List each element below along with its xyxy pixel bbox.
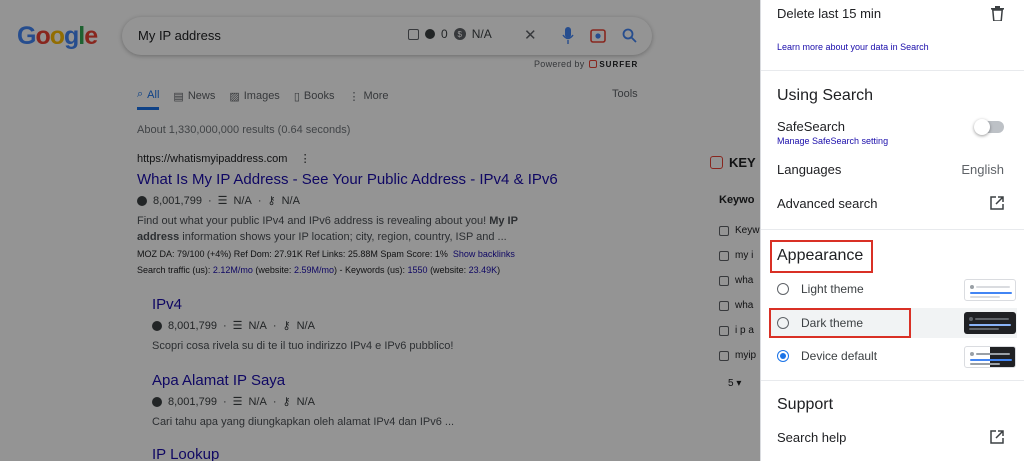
open-in-new-icon[interactable] — [990, 196, 1004, 210]
modal-overlay[interactable] — [0, 0, 760, 461]
device-default-preview — [964, 346, 1016, 368]
search-help-link[interactable]: Search help — [777, 430, 846, 445]
appearance-heading: Appearance — [777, 247, 864, 264]
search-results-page: Google My IP address 0 $ N/A ✕ Powered b… — [0, 0, 760, 461]
using-search-heading: Using Search — [777, 87, 874, 104]
manage-safesearch-link[interactable]: Manage SafeSearch setting — [777, 136, 888, 146]
languages-label[interactable]: Languages — [777, 162, 841, 177]
open-in-new-icon[interactable] — [990, 430, 1004, 444]
learn-more-data-link[interactable]: Learn more about your data in Search — [777, 42, 929, 52]
device-default-label[interactable]: Device default — [801, 349, 877, 363]
device-default-radio[interactable] — [777, 350, 789, 362]
divider — [761, 70, 1024, 71]
languages-value[interactable]: English — [961, 162, 1004, 177]
trash-icon[interactable] — [991, 6, 1004, 21]
support-heading: Support — [777, 396, 834, 413]
dark-theme-preview — [964, 312, 1016, 334]
advanced-search-link[interactable]: Advanced search — [777, 196, 877, 211]
quick-settings-panel: Delete last 15 min Learn more about your… — [760, 0, 1024, 461]
light-theme-label[interactable]: Light theme — [801, 282, 864, 296]
dark-theme-highlight-box — [769, 308, 911, 338]
divider — [761, 229, 1024, 230]
light-theme-radio[interactable] — [777, 283, 789, 295]
safesearch-label: SafeSearch — [777, 119, 845, 134]
safesearch-toggle[interactable] — [974, 119, 1004, 135]
delete-last-15-min[interactable]: Delete last 15 min — [777, 6, 881, 21]
light-theme-preview — [964, 279, 1016, 301]
divider — [761, 380, 1024, 381]
